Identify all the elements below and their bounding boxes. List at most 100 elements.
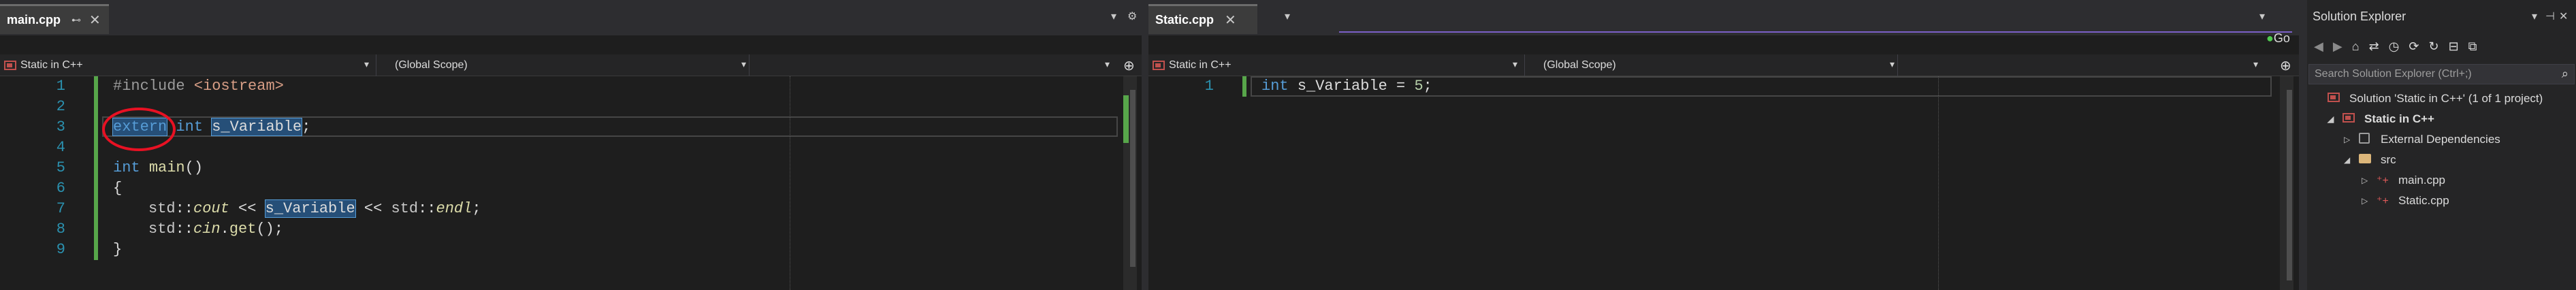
expander-icon[interactable]: ▷ [2362, 196, 2377, 206]
open-brace: { [113, 180, 123, 197]
sync-icon[interactable]: ⟳ [2409, 39, 2419, 54]
code-text: #include <iostream> [113, 78, 284, 95]
tab-list-dropdown-icon[interactable]: ▾ [1111, 10, 1116, 23]
left-code-editor[interactable]: 1 #include <iostream> 2 3 extern int s_V… [0, 76, 1142, 290]
code-line: 1 int s_Variable = 5; [1148, 78, 2299, 98]
close-icon[interactable]: ✕ [2559, 10, 2568, 23]
chevron-down-icon: ▾ [741, 59, 746, 69]
tree-item-external-dependencies[interactable]: ▷ External Dependencies [2344, 129, 2500, 150]
namespace: std [391, 200, 419, 217]
member-dropdown[interactable]: ▾ [1901, 57, 2261, 74]
back-icon[interactable]: ◀ [2314, 39, 2323, 54]
member-dropdown[interactable]: ▾ [753, 57, 1112, 74]
namespace: std [148, 200, 176, 217]
scroll-thumb[interactable] [2287, 90, 2292, 280]
active-accent-line [1339, 31, 2292, 33]
variable-definition: s_Variable [1297, 78, 1387, 95]
scroll-thumb[interactable] [1130, 90, 1136, 267]
project-dropdown-label: Static in C++ [1169, 59, 1231, 71]
stream-operator: << [355, 200, 391, 217]
tree-item-project[interactable]: ◢ Static in C++ [2328, 109, 2434, 129]
editor-splitter[interactable] [1142, 0, 1148, 290]
include-directive: #include [113, 78, 185, 95]
refresh-icon[interactable]: ↻ [2428, 39, 2438, 54]
tab-list-dropdown-icon[interactable]: ▾ [1285, 10, 1290, 23]
semicolon: ; [472, 200, 481, 217]
line-number: 9 [56, 241, 65, 258]
tree-item-label: src [2381, 153, 2396, 166]
settings-icon[interactable]: ⚙ [1127, 10, 1137, 23]
vertical-scrollbar[interactable] [2280, 76, 2293, 290]
scope-operator: :: [418, 200, 436, 217]
code-line: 2 [0, 98, 1142, 118]
chevron-down-icon: ▾ [364, 59, 369, 69]
panel-options-icon[interactable]: ▾ [2532, 10, 2537, 23]
variable-reference: s_Variable [211, 118, 303, 136]
left-editor-pane: main.cpp ⊷ ✕ ▾ ⚙ Static in C++ ▾ (Global… [0, 0, 1142, 290]
line-number: 2 [56, 98, 65, 115]
window-menu-icon[interactable]: ▾ [2259, 10, 2265, 23]
scope-dropdown-label: (Global Scope) [1543, 59, 1616, 71]
switch-views-icon[interactable]: ⇄ [2369, 39, 2379, 54]
line-number: 7 [56, 200, 65, 217]
cpp-file-icon: ⁺+ [2377, 175, 2389, 187]
expander-icon[interactable]: ◢ [2344, 155, 2359, 165]
line-number: 1 [56, 78, 65, 95]
project-dropdown[interactable]: Static in C++ ▾ [1153, 57, 1520, 74]
function-name: get [229, 221, 257, 238]
right-navigation-bar: Static in C++ ▾ (Global Scope) ▾ ▾ ⊕ [1148, 54, 2299, 76]
expander-icon[interactable]: ▷ [2362, 176, 2377, 185]
home-icon[interactable]: ⌂ [2352, 39, 2360, 54]
tree-item-solution[interactable]: Solution 'Static in C++' (1 of 1 project… [2313, 88, 2543, 109]
tree-item-label: Static.cpp [2398, 194, 2449, 207]
show-all-files-icon[interactable]: ⧉ [2468, 39, 2477, 54]
explorer-splitter[interactable] [2299, 0, 2307, 290]
nav-separator [749, 54, 750, 76]
code-line: 1 #include <iostream> [0, 78, 1142, 98]
project-dropdown[interactable]: Static in C++ ▾ [4, 57, 372, 74]
pin-icon[interactable]: ⊣ [2545, 10, 2555, 23]
expander-icon[interactable]: ▷ [2344, 135, 2359, 144]
code-text: int main() [113, 159, 203, 176]
close-brace: } [113, 241, 123, 258]
tab-main-cpp[interactable]: main.cpp ⊷ ✕ [0, 4, 109, 34]
namespace: std [148, 221, 176, 238]
expander-icon[interactable]: ◢ [2328, 114, 2342, 124]
search-icon[interactable]: ⌕ [2562, 67, 2569, 81]
red-circle-annotation [102, 108, 176, 151]
semicolon: ; [1423, 78, 1432, 95]
int-keyword: int [113, 159, 140, 176]
pin-icon[interactable]: ⊷ [71, 14, 81, 26]
scope-dropdown[interactable]: (Global Scope) ▾ [395, 57, 749, 74]
right-code-editor[interactable]: 1 int s_Variable = 5; [1148, 76, 2299, 290]
line-number: 8 [56, 221, 65, 238]
line-number: 4 [56, 139, 65, 156]
solution-explorer-title-bar: Solution Explorer ▾ ⊣ ✕ [2307, 10, 2576, 30]
collapse-all-icon[interactable]: ⊟ [2449, 39, 2459, 54]
code-text: int s_Variable = 5; [1261, 78, 1432, 95]
tab-static-cpp[interactable]: Static.cpp ✕ [1148, 4, 1257, 34]
close-icon[interactable]: ✕ [89, 12, 101, 29]
parens: () [184, 159, 204, 176]
scope-dropdown[interactable]: (Global Scope) ▾ [1543, 57, 1897, 74]
line-number: 6 [56, 180, 65, 197]
number-literal: 5 [1414, 78, 1423, 95]
tree-item-static-cpp[interactable]: ▷ ⁺+ Static.cpp [2362, 191, 2449, 211]
tab-label: main.cpp [7, 13, 61, 27]
vertical-scrollbar[interactable] [1123, 76, 1137, 290]
left-tab-strip: main.cpp ⊷ ✕ ▾ ⚙ [0, 0, 1142, 35]
code-text: std::cout << s_Variable << std::endl; [148, 199, 481, 218]
code-line: 6 { [0, 180, 1142, 200]
solution-search-input[interactable]: Search Solution Explorer (Ctrl+;) ⌕ [2308, 64, 2575, 84]
tree-item-src-folder[interactable]: ◢ src [2344, 150, 2396, 170]
go-button[interactable]: ●Go [2266, 31, 2290, 46]
close-icon[interactable]: ✕ [1225, 12, 1236, 29]
right-tab-strip: Static.cpp ✕ ▾ ▾ [1148, 0, 2299, 35]
call-tail: (); [256, 221, 284, 238]
split-editor-icon[interactable]: ⊕ [1123, 57, 1135, 74]
project-dropdown-label: Static in C++ [20, 59, 83, 71]
forward-icon[interactable]: ▶ [2333, 39, 2342, 54]
history-icon[interactable]: ◷ [2389, 39, 2400, 54]
tree-item-main-cpp[interactable]: ▷ ⁺+ main.cpp [2362, 170, 2445, 191]
split-editor-icon[interactable]: ⊕ [2280, 57, 2291, 74]
